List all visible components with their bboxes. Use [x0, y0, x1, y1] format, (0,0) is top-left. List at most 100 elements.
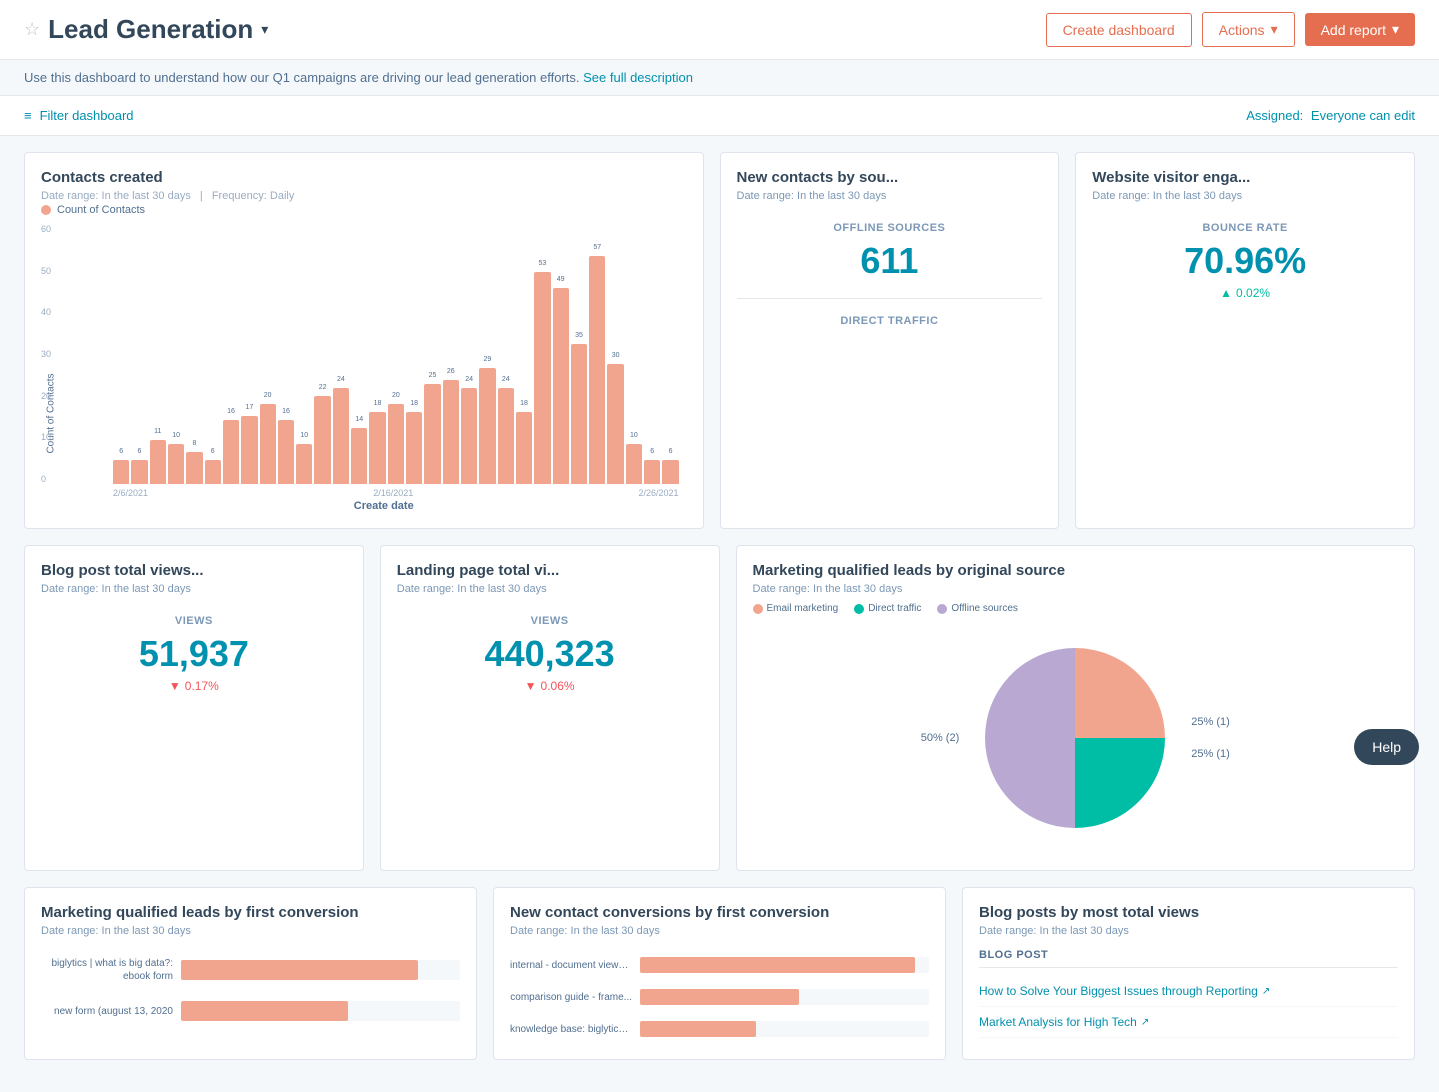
actions-button[interactable]: Actions ▾ — [1202, 12, 1295, 47]
blog-views-card: Blog post total views... Date range: In … — [24, 545, 364, 871]
bar-12[interactable]: 24 — [333, 388, 349, 484]
bar-13[interactable]: 14 — [351, 428, 367, 484]
mql-conversion-card: Marketing qualified leads by first conve… — [24, 887, 477, 1060]
legend-direct: Direct traffic — [854, 603, 921, 614]
conv-row-3: knowledge base: biglytics ... — [510, 1021, 929, 1037]
help-button[interactable]: Help — [1354, 729, 1419, 765]
landing-page-subtitle: Date range: In the last 30 days — [397, 583, 703, 595]
bar-21[interactable]: 24 — [498, 388, 514, 484]
blog-posts-title: Blog posts by most total views — [979, 904, 1398, 921]
blog-views-title: Blog post total views... — [41, 562, 347, 579]
description-text: Use this dashboard to understand how our… — [24, 70, 579, 85]
pie-segment-email — [1075, 648, 1165, 738]
contacts-created-title: Contacts created — [41, 169, 687, 186]
bar-8[interactable]: 20 — [260, 404, 276, 484]
conv-track-2 — [640, 989, 929, 1005]
mql-conversion-subtitle: Date range: In the last 30 days — [41, 925, 460, 937]
bar-2[interactable]: 11 — [150, 440, 166, 484]
bar-25[interactable]: 35 — [571, 344, 587, 484]
bar-23[interactable]: 53 — [534, 272, 550, 484]
hbar-label-1: biglytics | what is big data?:ebook form — [41, 957, 181, 983]
legend-offline: Offline sources — [937, 603, 1018, 614]
blog-link-1[interactable]: How to Solve Your Biggest Issues through… — [979, 984, 1270, 998]
blog-col-header: BLOG POST — [979, 949, 1398, 968]
hbar-fill-2 — [181, 1001, 348, 1021]
conv-row-1: internal - document viewer... — [510, 957, 929, 973]
chevron-down-icon[interactable]: ▾ — [261, 21, 268, 38]
contacts-created-card: Contacts created Date range: In the last… — [24, 152, 704, 529]
pie-label-top: 25% (1) — [1191, 716, 1230, 728]
see-full-description-link[interactable]: See full description — [583, 70, 693, 85]
pie-label-bottom: 25% (1) — [1191, 748, 1230, 760]
pie-svg — [975, 638, 1175, 838]
external-link-icon-2: ↗ — [1141, 1017, 1149, 1028]
bar-6[interactable]: 16 — [223, 420, 239, 484]
mql-source-card: Marketing qualified leads by original so… — [736, 545, 1416, 871]
direct-label: DIRECT TRAFFIC — [737, 315, 1043, 327]
add-report-button[interactable]: Add report ▾ — [1305, 13, 1415, 46]
bar-28[interactable]: 10 — [626, 444, 642, 484]
bar-11[interactable]: 22 — [314, 396, 330, 484]
bar-3[interactable]: 10 — [168, 444, 184, 484]
filter-bar: ≡ Filter dashboard Assigned: Everyone ca… — [0, 96, 1439, 136]
star-icon[interactable]: ☆ — [24, 19, 40, 40]
conv-label-2: comparison guide - frame... — [510, 992, 640, 1003]
x-labels: 2/6/20212/16/20212/26/2021 — [105, 484, 687, 498]
bar-16[interactable]: 18 — [406, 412, 422, 484]
hbar-row-1: biglytics | what is big data?:ebook form — [41, 957, 460, 983]
x-axis-title: Create date — [81, 500, 687, 512]
header-left: ☆ Lead Generation ▾ — [24, 14, 268, 45]
page-title: Lead Generation — [48, 14, 253, 45]
mql-conversion-title: Marketing qualified leads by first conve… — [41, 904, 460, 921]
bounce-change: ▲ 0.02% — [1092, 286, 1398, 300]
blog-link-2[interactable]: Market Analysis for High Tech ↗ — [979, 1015, 1149, 1029]
blog-views-metric: VIEWS 51,937 ▼ 0.17% — [41, 615, 347, 693]
landing-views-change: ▼ 0.06% — [397, 679, 703, 693]
blog-views-change: ▼ 0.17% — [41, 679, 347, 693]
row-1: Contacts created Date range: In the last… — [24, 152, 1415, 529]
create-dashboard-button[interactable]: Create dashboard — [1046, 13, 1192, 47]
bar-18[interactable]: 26 — [443, 380, 459, 484]
blog-row-2: Market Analysis for High Tech ↗ — [979, 1007, 1398, 1038]
bar-17[interactable]: 25 — [424, 384, 440, 484]
bar-4[interactable]: 8 — [186, 452, 202, 484]
blog-posts-table: BLOG POST How to Solve Your Biggest Issu… — [979, 949, 1398, 1038]
header-actions: Create dashboard Actions ▾ Add report ▾ — [1046, 12, 1415, 47]
website-visitor-title: Website visitor enga... — [1092, 169, 1398, 186]
bar-24[interactable]: 49 — [553, 288, 569, 484]
direct-metric: DIRECT TRAFFIC — [737, 315, 1043, 327]
blog-row-1: How to Solve Your Biggest Issues through… — [979, 976, 1398, 1007]
bar-26[interactable]: 57 — [589, 256, 605, 484]
conversion-bars: internal - document viewer... comparison… — [510, 957, 929, 1037]
filter-dashboard-button[interactable]: ≡ Filter dashboard — [24, 108, 134, 123]
bar-10[interactable]: 10 — [296, 444, 312, 484]
landing-views-value: 440,323 — [397, 633, 703, 675]
new-contacts-title: New contacts by sou... — [737, 169, 1043, 186]
conv-fill-2 — [640, 989, 799, 1005]
blog-posts-subtitle: Date range: In the last 30 days — [979, 925, 1398, 937]
new-conversions-subtitle: Date range: In the last 30 days — [510, 925, 929, 937]
bar-7[interactable]: 17 — [241, 416, 257, 484]
conv-track-1 — [640, 957, 929, 973]
new-contacts-subtitle: Date range: In the last 30 days — [737, 190, 1043, 202]
assigned-value[interactable]: Everyone can edit — [1311, 108, 1415, 123]
bar-19[interactable]: 24 — [461, 388, 477, 484]
bar-27[interactable]: 30 — [607, 364, 623, 484]
bar-20[interactable]: 29 — [479, 368, 495, 484]
bar-22[interactable]: 18 — [516, 412, 532, 484]
bar-30[interactable]: 6 — [662, 460, 678, 484]
bar-1[interactable]: 6 — [131, 460, 147, 484]
mql-source-title: Marketing qualified leads by original so… — [753, 562, 1399, 579]
legend-dot — [41, 205, 51, 215]
bar-0[interactable]: 6 — [113, 460, 129, 484]
bar-5[interactable]: 6 — [205, 460, 221, 484]
description-bar: Use this dashboard to understand how our… — [0, 60, 1439, 96]
bar-9[interactable]: 16 — [278, 420, 294, 484]
header: ☆ Lead Generation ▾ Create dashboard Act… — [0, 0, 1439, 60]
assigned-section: Assigned: Everyone can edit — [1246, 108, 1415, 123]
hbar-row-2: new form (august 13, 2020 — [41, 1001, 460, 1021]
bar-15[interactable]: 20 — [388, 404, 404, 484]
conv-fill-3 — [640, 1021, 756, 1037]
bar-29[interactable]: 6 — [644, 460, 660, 484]
bar-14[interactable]: 18 — [369, 412, 385, 484]
